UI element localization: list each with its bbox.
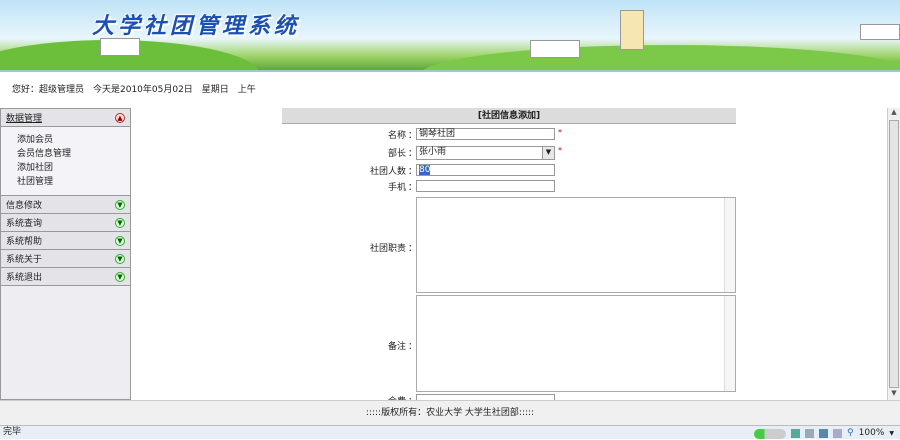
- name-input[interactable]: 钢琴社团: [416, 128, 555, 140]
- duty-label: 社团职责: [369, 244, 406, 254]
- security-icon[interactable]: [791, 429, 801, 438]
- scroll-thumb[interactable]: [889, 120, 899, 388]
- system-title: 大学社团管理系统: [92, 14, 301, 39]
- status-text: 完毕: [3, 427, 22, 437]
- duty-textarea[interactable]: [416, 197, 736, 293]
- expand-icon: ▼: [115, 271, 125, 282]
- menu-data-management[interactable]: 数据管理 ▲: [1, 109, 130, 127]
- menu-label: 系统帮助: [6, 237, 43, 247]
- name-label: 名称: [387, 131, 406, 141]
- textarea-scrollbar[interactable]: [724, 198, 735, 292]
- required-mark: *: [558, 128, 562, 137]
- browser-status-bar: 完毕 ⚲ 100% ▼: [0, 425, 900, 439]
- house-decoration: [860, 24, 900, 40]
- menu-label: 数据管理: [6, 114, 43, 124]
- hill-decoration: [420, 45, 900, 70]
- count-value: 80: [419, 165, 431, 175]
- menu-label: 系统关于: [6, 255, 43, 265]
- print-icon[interactable]: [805, 429, 815, 438]
- menu-info-edit[interactable]: 信息修改 ▼: [1, 196, 130, 214]
- collapse-icon: ▲: [115, 112, 125, 123]
- menu-label: 信息修改: [6, 201, 43, 211]
- sidebar: 数据管理 ▲ 添加会员 会员信息管理 添加社团 社团管理 信息修改 ▼ 系统查询 ▼ …: [0, 108, 131, 400]
- menu-label: 系统退出: [6, 273, 43, 283]
- duty-row: 社团职责：: [282, 197, 736, 293]
- window-icon[interactable]: [819, 429, 829, 438]
- house-decoration: [530, 40, 580, 58]
- chevron-down-icon[interactable]: ▼: [889, 427, 894, 440]
- expand-icon: ▼: [115, 199, 125, 210]
- form-title: [社团信息添加]: [282, 108, 736, 124]
- page-scrollbar[interactable]: ▲ ▼: [887, 108, 900, 400]
- zoom-icon[interactable]: ⚲: [847, 427, 854, 440]
- sound-icon[interactable]: [833, 429, 843, 438]
- menu-system-query[interactable]: 系统查询 ▼: [1, 214, 130, 232]
- count-label: 社团人数: [369, 167, 406, 177]
- note-row: 备注：: [282, 295, 736, 392]
- submenu: 添加会员 会员信息管理 添加社团 社团管理: [1, 127, 130, 196]
- submenu-add-member[interactable]: 添加会员: [17, 133, 130, 147]
- phone-label: 手机: [387, 183, 406, 193]
- submenu-member-management[interactable]: 会员信息管理: [17, 147, 130, 161]
- expand-icon: ▼: [115, 217, 125, 228]
- main-content: [社团信息添加] 名称： 钢琴社团 * 部长： 张小雨 ▼ * 社团人数： 80 …: [131, 108, 888, 400]
- leader-label: 部长: [387, 149, 406, 159]
- submenu-club-management[interactable]: 社团管理: [17, 175, 130, 189]
- textarea-scrollbar[interactable]: [724, 296, 735, 391]
- expand-icon: ▼: [115, 253, 125, 264]
- note-textarea[interactable]: [416, 295, 736, 392]
- house-decoration: [100, 38, 140, 56]
- copyright-footer: :::::版权所有：农业大学 大学生社团部:::::: [0, 400, 900, 425]
- count-input[interactable]: 80: [416, 164, 555, 176]
- header-banner: 大学社团管理系统: [0, 0, 900, 72]
- zoom-level[interactable]: 100%: [859, 427, 885, 440]
- menu-system-about[interactable]: 系统关于 ▼: [1, 250, 130, 268]
- leader-value: 张小雨: [419, 147, 447, 157]
- menu-system-help[interactable]: 系统帮助 ▼: [1, 232, 130, 250]
- chevron-down-icon[interactable]: ▼: [542, 147, 554, 159]
- menu-system-exit[interactable]: 系统退出 ▼: [1, 268, 130, 286]
- menu-label: 系统查询: [6, 219, 43, 229]
- toggle-icon[interactable]: [754, 428, 787, 439]
- required-mark: *: [558, 146, 562, 155]
- phone-input[interactable]: [416, 180, 555, 192]
- expand-icon: ▼: [115, 235, 125, 246]
- leader-select[interactable]: 张小雨 ▼: [416, 146, 555, 160]
- scroll-up-icon[interactable]: ▲: [888, 108, 900, 119]
- greeting-text: 您好：超级管理员 今天是2010年05月02日 星期日 上午: [12, 85, 256, 95]
- scroll-down-icon[interactable]: ▼: [888, 389, 900, 400]
- submenu-add-club[interactable]: 添加社团: [17, 161, 130, 175]
- windmill-decoration: [620, 10, 644, 50]
- note-label: 备注: [387, 342, 406, 352]
